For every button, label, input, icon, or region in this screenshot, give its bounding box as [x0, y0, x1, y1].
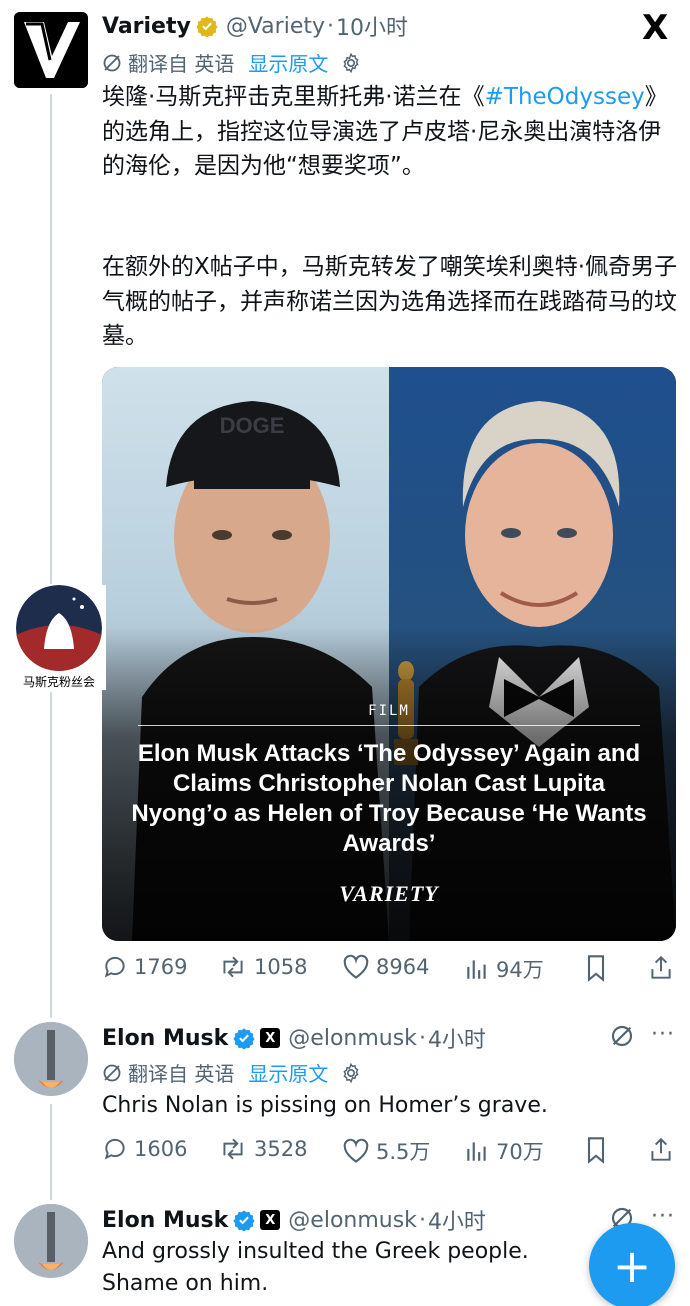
bookmark-icon [587, 955, 605, 982]
views-icon [467, 1142, 486, 1161]
elon-musk-avatar[interactable] [14, 1204, 88, 1278]
article-headline: Elon Musk Attacks ‘The Odyssey’ Again an… [131, 740, 647, 857]
gear-icon[interactable] [340, 1062, 362, 1084]
tweet-2-actions: 1606 3528 5.5万 70万 [102, 1136, 678, 1166]
repost-button[interactable]: 1058 [218, 954, 307, 980]
more-options-icon[interactable]: ··· [651, 1022, 675, 1047]
translate-icon [103, 1064, 121, 1081]
views-button[interactable]: 94万 [464, 954, 544, 984]
show-original-link[interactable]: 显示原文 [248, 48, 328, 77]
tweet-2-header: Elon Musk X @elonmusk · 4小时 [102, 1022, 486, 1054]
divider [138, 725, 640, 726]
hashtag-link[interactable]: #TheOdyssey [485, 84, 645, 110]
author-name[interactable]: Variety [102, 14, 191, 39]
author-handle[interactable]: @elonmusk [288, 1026, 417, 1051]
author-handle[interactable]: @elonmusk [288, 1208, 417, 1233]
translation-bar: 翻译自 英语 显示原文 [102, 1058, 362, 1087]
author-name[interactable]: Elon Musk [102, 1026, 228, 1051]
translate-icon [103, 54, 121, 71]
share-icon [651, 955, 671, 979]
reply-button[interactable]: 1606 [102, 1136, 187, 1162]
like-button[interactable]: 5.5万 [342, 1136, 430, 1166]
reply-icon [104, 1138, 125, 1160]
bookmark-icon [587, 1137, 605, 1164]
tweet-1-actions: 1769 1058 8964 94万 [102, 954, 678, 984]
tweet-1-text-para2: 在额外的X帖子中，马斯克转发了嘲笑埃利奥特·佩奇男子气概的帖子，并声称诺兰因为选… [102, 254, 678, 349]
x-logo-icon[interactable]: X [642, 8, 668, 48]
watermark: 马斯克粉丝会 [12, 585, 106, 690]
repost-button[interactable]: 3528 [218, 1136, 307, 1162]
variety-brand-logo: VARIETY [339, 881, 439, 906]
x-affiliate-badge-icon: X [260, 1210, 281, 1230]
article-card-image[interactable]: DOGE FILM Elon Musk Attacks ‘The Odyssey… [102, 367, 676, 941]
tweet-time[interactable]: 4小时 [428, 1022, 486, 1054]
translation-bar: 翻译自 英语 显示原文 [102, 48, 362, 77]
reply-icon [104, 956, 125, 978]
thread-line-2 [50, 692, 52, 1018]
translated-from-label: 翻译自 英语 [128, 52, 235, 76]
tweet-time[interactable]: 10小时 [336, 10, 408, 42]
like-button[interactable]: 8964 [342, 954, 429, 980]
translate-icon[interactable] [610, 1024, 634, 1048]
more-options-icon[interactable]: ··· [651, 1204, 675, 1229]
compose-button[interactable]: + [589, 1223, 675, 1306]
reply-button[interactable]: 1769 [102, 954, 187, 980]
tweet-3-text: And grossly insulted the Greek people. S… [102, 1239, 529, 1296]
views-button[interactable]: 70万 [464, 1136, 544, 1166]
svg-text:DOGE: DOGE [220, 413, 285, 438]
bookmark-button[interactable] [584, 954, 614, 982]
tweet-2-text: Chris Nolan is pissing on Homer’s grave. [102, 1093, 548, 1118]
author-name[interactable]: Elon Musk [102, 1208, 228, 1233]
tweet-3-header: Elon Musk X @elonmusk · 4小时 [102, 1204, 486, 1236]
repost-icon [223, 956, 243, 978]
views-icon [467, 960, 486, 979]
thread-line-3 [50, 1104, 52, 1200]
tweet-1-text: 埃隆·马斯克抨击克里斯托弗·诺兰在《#TheOdyssey》的选角上，指控这位导… [102, 84, 668, 179]
fan-club-logo-icon [16, 585, 102, 671]
elon-musk-avatar[interactable] [14, 1022, 88, 1096]
tweet-1-header: Variety @Variety · 10小时 [102, 10, 408, 42]
repost-icon [223, 1138, 243, 1160]
translated-from-label: 翻译自 英语 [128, 1062, 235, 1086]
tweet-time[interactable]: 4小时 [428, 1204, 486, 1236]
heart-icon [343, 1138, 369, 1163]
gear-icon[interactable] [340, 52, 362, 74]
show-original-link[interactable]: 显示原文 [248, 1058, 328, 1087]
gold-verified-icon [196, 16, 218, 37]
blue-verified-icon [233, 1210, 255, 1231]
share-icon [651, 1137, 671, 1161]
blue-verified-icon [233, 1028, 255, 1049]
watermark-label: 马斯克粉丝会 [22, 675, 95, 689]
share-button[interactable] [648, 1136, 680, 1164]
heart-icon [343, 954, 369, 979]
x-affiliate-badge-icon: X [260, 1028, 281, 1048]
bookmark-button[interactable] [584, 1136, 614, 1164]
share-button[interactable] [648, 954, 680, 982]
article-category: FILM [368, 703, 410, 719]
variety-avatar[interactable] [14, 12, 88, 88]
author-handle[interactable]: @Variety [226, 14, 325, 39]
thread-line-1 [50, 94, 52, 584]
